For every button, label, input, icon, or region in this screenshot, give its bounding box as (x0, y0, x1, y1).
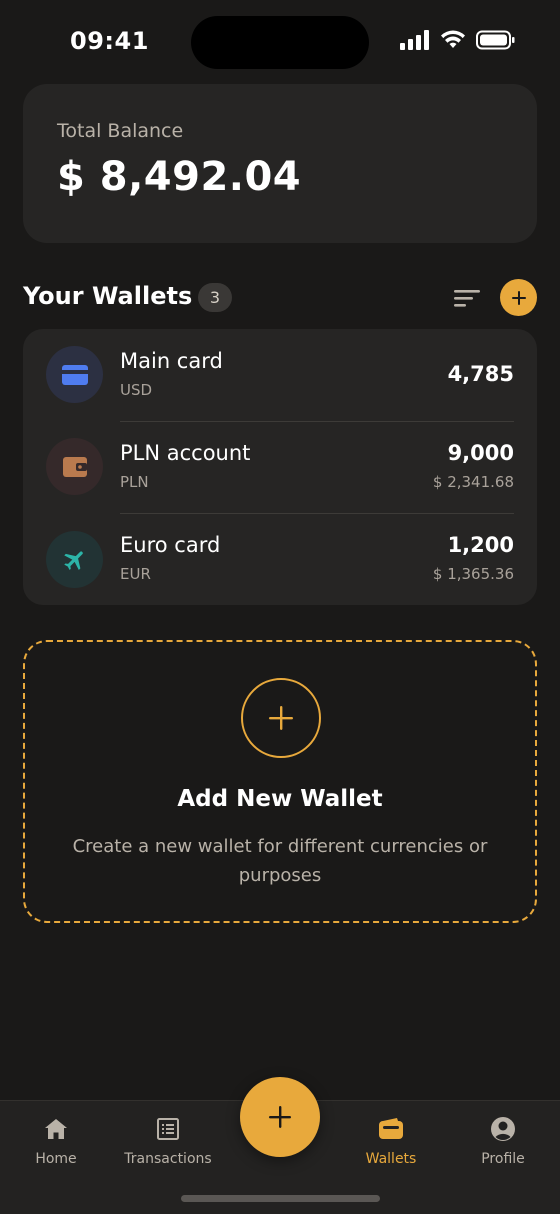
nav-label: Transactions (124, 1151, 212, 1167)
home-icon (45, 1119, 67, 1139)
sort-icon (454, 290, 480, 307)
status-time: 09:41 (70, 27, 149, 55)
wallet-row-euro-card[interactable]: Euro card EUR 1,200 $ 1,365.36 (23, 514, 537, 605)
wallet-list: Main card USD 4,785 PLN account PLN 9,00… (23, 329, 537, 605)
nav-label: Wallets (365, 1151, 417, 1167)
nav-item-transactions[interactable]: Transactions (118, 1115, 218, 1167)
wallet-currency: PLN (120, 473, 149, 491)
status-icons (400, 30, 516, 50)
profile-icon (491, 1117, 515, 1141)
wifi-icon (441, 30, 465, 48)
nav-item-home[interactable]: Home (6, 1115, 106, 1167)
wallet-converted-amount: $ 2,341.68 (432, 473, 514, 491)
add-transaction-fab[interactable] (240, 1077, 320, 1157)
battery-icon (476, 30, 515, 50)
add-wallet-circle[interactable] (241, 678, 321, 758)
signal-icon (400, 30, 429, 50)
dynamic-island (191, 16, 369, 69)
section-title: Your Wallets (23, 282, 193, 310)
wallet-amount: 9,000 (447, 441, 514, 465)
add-wallet-small-button[interactable] (500, 279, 537, 316)
total-balance-card: Total Balance $ 8,492.04 (23, 84, 537, 243)
wallet-name: Main card (120, 349, 223, 373)
add-new-wallet-card[interactable]: Add New Wallet Create a new wallet for d… (23, 640, 537, 923)
status-bar: 09:41 (0, 0, 560, 84)
receipt-icon (157, 1118, 179, 1140)
wallet-name: Euro card (120, 533, 221, 557)
nav-label: Home (35, 1151, 77, 1167)
wallet-amount: 4,785 (447, 362, 514, 386)
total-balance-label: Total Balance (57, 120, 184, 142)
plus-icon (269, 1106, 291, 1128)
airplane-icon (46, 531, 103, 588)
wallet-converted-amount: $ 1,365.36 (432, 565, 514, 583)
plus-icon (511, 290, 526, 305)
nav-item-profile[interactable]: Profile (453, 1115, 553, 1167)
plus-icon (269, 706, 293, 730)
wallet-row-pln-account[interactable]: PLN account PLN 9,000 $ 2,341.68 (23, 422, 537, 514)
wallet-icon (46, 438, 103, 495)
add-wallet-description: Create a new wallet for different curren… (72, 836, 488, 886)
total-balance-value: $ 8,492.04 (57, 154, 302, 200)
nav-label: Profile (481, 1151, 525, 1167)
credit-card-icon (46, 346, 103, 403)
home-indicator (181, 1195, 380, 1202)
wallet-currency: EUR (120, 565, 151, 583)
wallet-name: PLN account (120, 441, 251, 465)
add-wallet-title: Add New Wallet (177, 786, 383, 812)
wallet-currency: USD (120, 381, 153, 399)
sort-button[interactable] (450, 282, 484, 314)
wallet-row-main-card[interactable]: Main card USD 4,785 (23, 329, 537, 421)
wallet-amount: 1,200 (447, 533, 514, 557)
wallet-count-badge: 3 (198, 283, 232, 312)
nav-item-wallets[interactable]: Wallets (341, 1115, 441, 1167)
wallet-icon (379, 1118, 403, 1139)
